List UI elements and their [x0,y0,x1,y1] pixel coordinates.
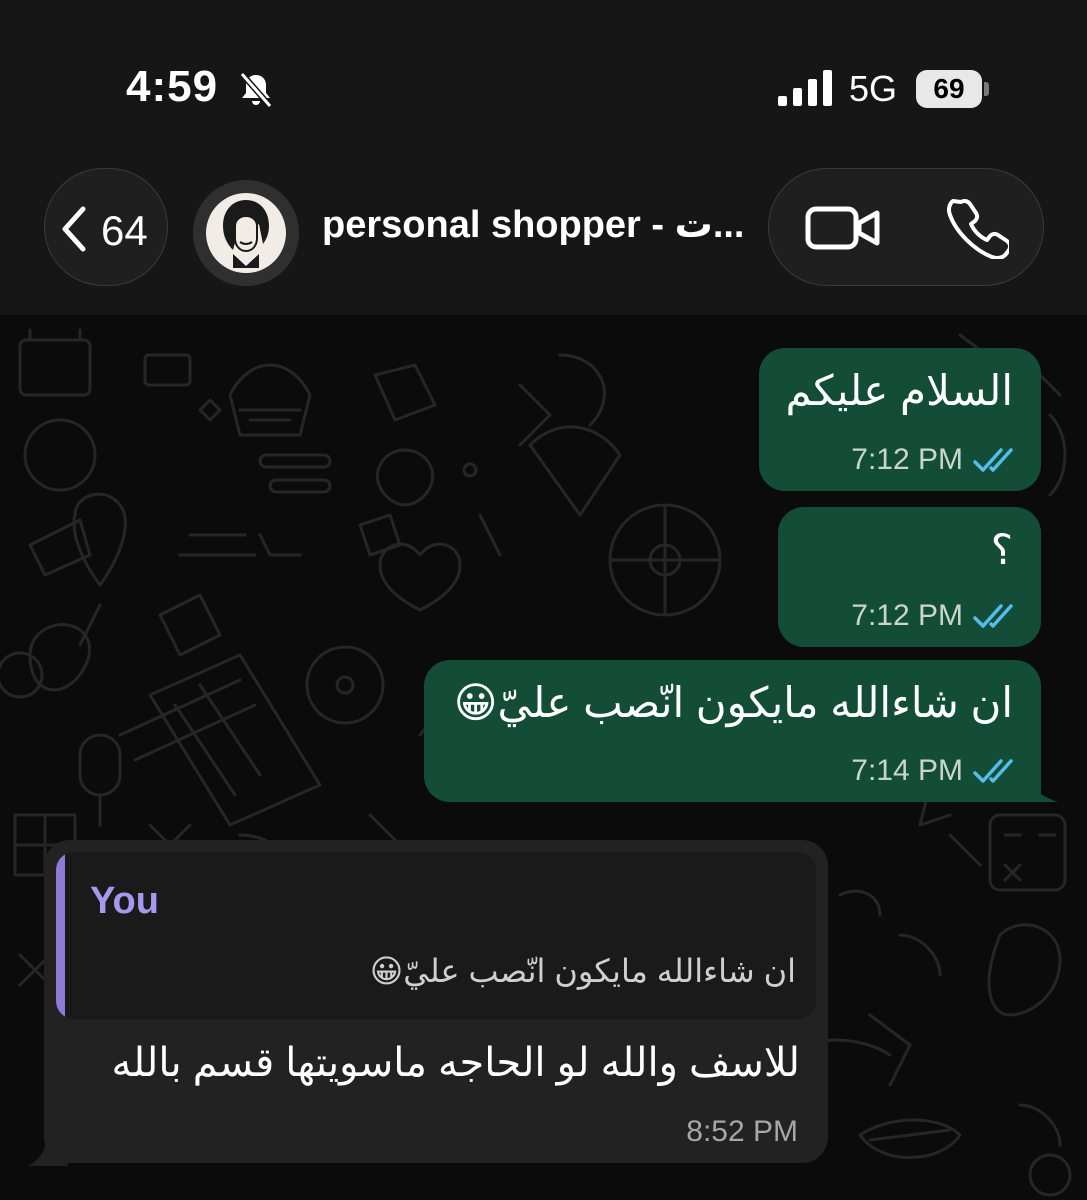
message-text: ان شاءالله مايكون انّصب عليّ😀 [453,679,1013,726]
status-time: 4:59 [126,62,219,111]
quote-author: You [90,880,159,922]
call-actions [768,168,1044,286]
avatar-illustration [193,180,299,286]
bubble-tail [28,1130,68,1166]
message-time: 7:14 PM [851,754,963,787]
read-ticks-icon [973,759,1013,783]
message-time: 7:12 PM [851,599,963,632]
status-bar: 4:59 5G 69 [0,0,1087,160]
message-time: 8:52 PM [686,1115,798,1148]
message-bubble[interactable]: السلام عليكم 7:12 PM [759,348,1041,491]
message-meta: 7:12 PM [851,599,1017,633]
unread-count: 64 [101,207,148,254]
message-text: ؟ [990,526,1013,573]
avatar[interactable] [193,180,299,286]
message-time: 7:12 PM [851,443,963,476]
network-type: 5G [849,68,898,109]
video-call-icon[interactable] [805,203,881,253]
chat-header: 64 personal shopper - ت... [0,160,1087,315]
message-bubble-incoming[interactable]: You ان شاءالله مايكون انّصب عليّ😀 للاسف … [44,840,828,1163]
read-ticks-icon [973,604,1013,628]
read-ticks-icon [973,448,1013,472]
phone-icon[interactable] [947,197,1009,259]
message-meta: 7:12 PM [851,443,1017,477]
message-text: للاسف والله لو الحاجه ماسويتها قسم بالله [111,1041,800,1085]
signal-icon [778,70,832,106]
message-bubble[interactable]: ؟ 7:12 PM [778,507,1041,647]
quoted-message[interactable]: You ان شاءالله مايكون انّصب عليّ😀 [56,852,816,1019]
quote-text: ان شاءالله مايكون انّصب عليّ😀 [369,953,796,989]
message-text: السلام عليكم [785,367,1013,414]
chevron-left-icon [62,206,86,252]
back-button[interactable]: 64 [44,168,168,286]
contact-name[interactable]: personal shopper - ت... [322,202,745,247]
message-meta: 7:14 PM [851,754,1017,788]
message-bubble[interactable]: ان شاءالله مايكون انّصب عليّ😀 7:14 PM [424,660,1041,802]
bubble-tail [1018,760,1058,802]
battery-level: 69 [933,73,965,104]
quote-accent-bar [56,852,65,1019]
chat-area[interactable]: السلام عليكم 7:12 PM ؟ 7:12 PM ان شاءالل… [0,315,1087,1200]
bell-slash-icon [239,72,273,108]
battery-icon: 69 [916,70,992,108]
